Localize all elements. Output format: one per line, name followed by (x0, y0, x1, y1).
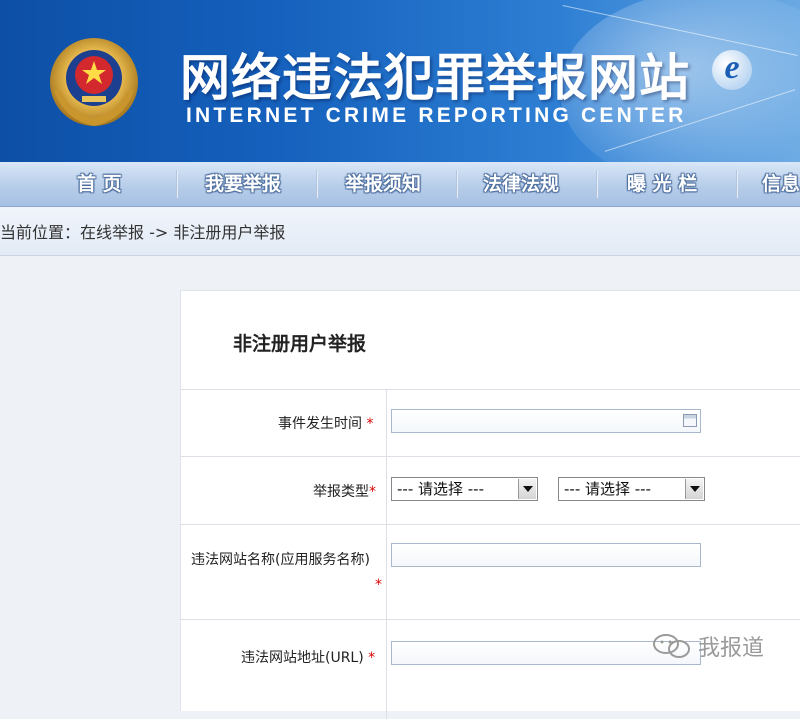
main-nav: 首 页 我要举报 举报须知 法律法规 曝 光 栏 信息 (0, 162, 800, 207)
site-title-cn: 网络违法犯罪举报网站 (180, 49, 690, 107)
row-divider (181, 389, 800, 390)
row-divider (181, 619, 800, 620)
nav-item-laws[interactable]: 法律法规 (483, 162, 559, 206)
ie-logo-icon: e (712, 50, 752, 90)
column-divider (386, 389, 387, 719)
nav-item-report[interactable]: 我要举报 (205, 162, 281, 206)
breadcrumb: 当前位置：在线举报 -> 非注册用户举报 (0, 223, 286, 242)
watermark-text: 我报道 (698, 636, 765, 661)
select-value: --- 请选择 --- (397, 480, 485, 498)
report-type-select-primary[interactable]: --- 请选择 --- (391, 477, 538, 501)
report-type-label: 举报类型* (313, 484, 376, 500)
site-url-label: 违法网站地址(URL) * (241, 650, 376, 666)
site-name-required-mark: * (375, 577, 382, 593)
nav-item-guidelines[interactable]: 举报须知 (345, 162, 421, 206)
select-value: --- 请选择 --- (564, 480, 652, 498)
nav-separator (176, 170, 178, 198)
event-time-input[interactable] (391, 409, 701, 433)
police-emblem-icon (50, 38, 138, 126)
nav-item-home[interactable]: 首 页 (77, 162, 122, 206)
nav-separator (596, 170, 598, 198)
site-name-input[interactable] (391, 543, 701, 567)
nav-separator (316, 170, 318, 198)
calendar-icon[interactable] (683, 414, 697, 427)
event-time-label: 事件发生时间 * (278, 416, 374, 432)
nav-item-info[interactable]: 信息 (762, 162, 800, 206)
row-divider (181, 456, 800, 457)
breadcrumb-bar: 当前位置：在线举报 -> 非注册用户举报 (0, 207, 800, 256)
row-divider (181, 524, 800, 525)
watermark: 我报道 (652, 630, 764, 662)
nav-separator (456, 170, 458, 198)
site-title-en: INTERNET CRIME REPORTING CENTER (186, 104, 687, 127)
chevron-down-icon[interactable] (685, 479, 703, 499)
nav-separator (736, 170, 738, 198)
form-title: 非注册用户举报 (233, 333, 367, 355)
report-type-select-secondary[interactable]: --- 请选择 --- (558, 477, 705, 501)
wechat-icon (653, 634, 690, 658)
chevron-down-icon[interactable] (518, 479, 536, 499)
nav-item-exposure[interactable]: 曝 光 栏 (627, 162, 697, 206)
site-name-label: 违法网站名称(应用服务名称) (191, 552, 370, 568)
site-banner: 网络违法犯罪举报网站 INTERNET CRIME REPORTING CENT… (0, 0, 800, 162)
